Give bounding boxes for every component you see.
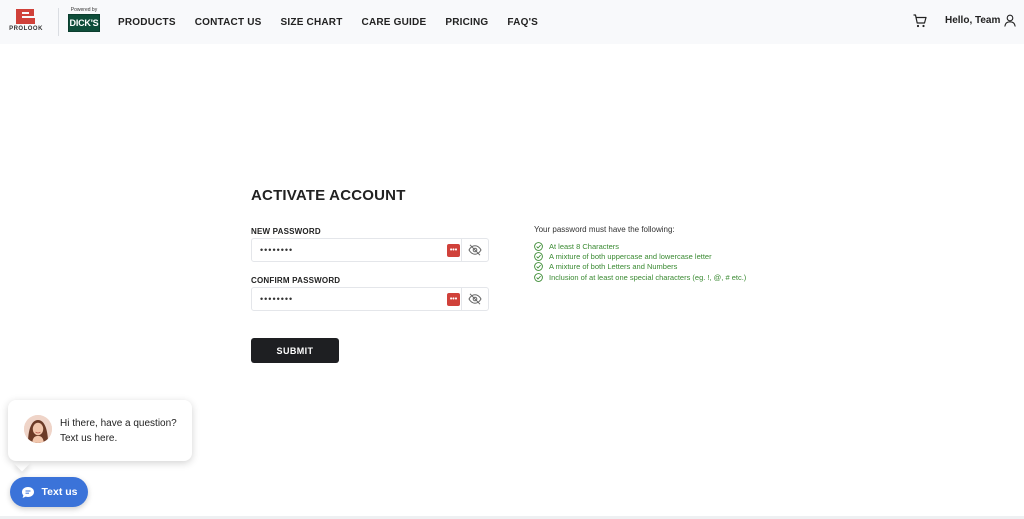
nav-faqs[interactable]: FAQ'S	[507, 17, 538, 28]
page-title: ACTIVATE ACCOUNT	[251, 187, 406, 204]
requirement-item: At least 8 Characters	[534, 241, 746, 251]
chat-bubble[interactable]: Hi there, have a question? Text us here.	[8, 400, 192, 461]
requirements-title: Your password must have the following:	[534, 225, 675, 234]
chat-icon	[21, 486, 34, 498]
logo-text: PROLOOK	[9, 26, 43, 32]
nav-size-chart[interactable]: SIZE CHART	[281, 17, 343, 28]
prolook-logo[interactable]: PROLOOK	[6, 8, 46, 36]
new-password-field: •••	[251, 238, 489, 262]
password-manager-icon[interactable]: •••	[447, 244, 460, 257]
requirement-text: At least 8 Characters	[549, 241, 620, 251]
nav-products[interactable]: PRODUCTS	[118, 17, 176, 28]
cart-icon[interactable]	[913, 14, 927, 28]
submit-button[interactable]: SUBMIT	[251, 338, 339, 363]
new-password-label: NEW PASSWORD	[251, 227, 321, 236]
prolook-logo-icon	[16, 9, 35, 24]
check-circle-icon	[534, 241, 543, 251]
nav-pricing[interactable]: PRICING	[445, 17, 488, 28]
eye-slash-icon	[468, 244, 482, 256]
eye-slash-icon	[468, 293, 482, 305]
password-manager-icon[interactable]: •••	[447, 293, 460, 306]
site-header: PROLOOK Powered by DICK'S PRODUCTS CONTA…	[0, 0, 1024, 44]
text-us-label: Text us	[41, 486, 78, 498]
requirement-text: Inclusion of at least one special charac…	[549, 272, 747, 282]
chat-message: Hi there, have a question? Text us here.	[60, 418, 177, 444]
confirm-password-label: CONFIRM PASSWORD	[251, 276, 341, 285]
powered-by-label: Powered by	[70, 7, 98, 13]
confirm-password-input[interactable]	[252, 288, 442, 310]
check-circle-icon	[534, 262, 543, 272]
toggle-confirm-password-visibility[interactable]	[461, 288, 488, 310]
nav-contact-us[interactable]: CONTACT US	[195, 17, 262, 28]
check-circle-icon	[534, 272, 543, 282]
main-nav: PRODUCTS CONTACT US SIZE CHART CARE GUID…	[118, 0, 557, 44]
agent-avatar-icon	[24, 415, 52, 443]
user-icon[interactable]	[1004, 14, 1016, 27]
powered-by-badge[interactable]: Powered by DICK'S	[66, 7, 102, 35]
requirement-item: Inclusion of at least one special charac…	[534, 272, 746, 282]
toggle-password-visibility[interactable]	[461, 239, 488, 261]
requirement-item: A mixture of both uppercase and lowercas…	[534, 251, 746, 261]
user-greeting[interactable]: Hello, Team	[945, 15, 1000, 26]
text-us-button[interactable]: Text us	[10, 477, 88, 507]
nav-care-guide[interactable]: CARE GUIDE	[362, 17, 427, 28]
new-password-input[interactable]	[252, 239, 442, 261]
check-circle-icon	[534, 252, 543, 261]
requirement-text: A mixture of both Letters and Numbers	[549, 262, 678, 272]
requirements-list: At least 8 Characters A mixture of both …	[534, 241, 746, 282]
requirement-text: A mixture of both uppercase and lowercas…	[549, 251, 712, 261]
confirm-password-field: •••	[251, 287, 489, 311]
agent-avatar	[24, 415, 52, 443]
requirement-item: A mixture of both Letters and Numbers	[534, 262, 746, 272]
header-divider	[58, 8, 59, 36]
dicks-logo: DICK'S	[68, 14, 100, 32]
